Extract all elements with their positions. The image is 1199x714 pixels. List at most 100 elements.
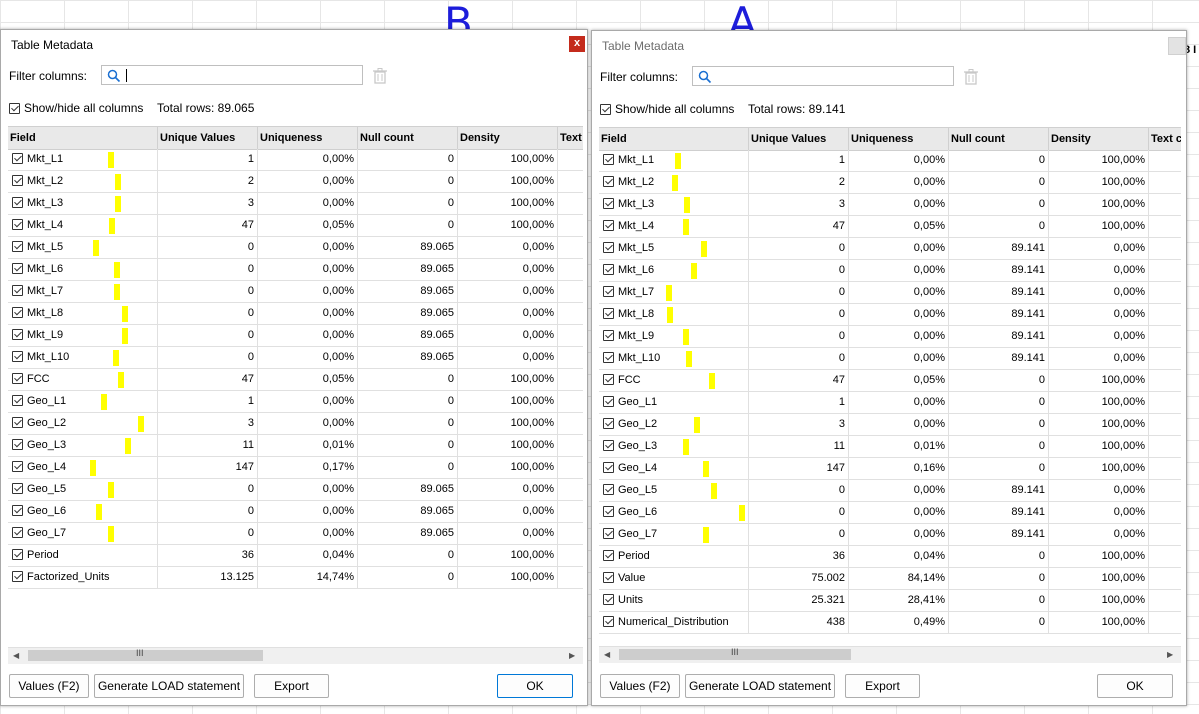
- column-header-null-count[interactable]: Null count: [358, 127, 458, 149]
- column-visible-checkbox[interactable]: [603, 241, 614, 253]
- column-visible-checkbox[interactable]: [603, 329, 614, 341]
- title-bar[interactable]: Table Metadata: [592, 31, 1186, 59]
- filter-columns-input[interactable]: [101, 65, 363, 85]
- table-row[interactable]: Mkt_L10 0 0,00% 89.141 0,00%: [599, 348, 1181, 370]
- metadata-grid[interactable]: Field Unique Values Uniqueness Null coun…: [8, 126, 583, 647]
- column-visible-checkbox[interactable]: [603, 549, 614, 561]
- column-visible-checkbox[interactable]: [12, 482, 23, 494]
- column-header-unique-values[interactable]: Unique Values: [158, 127, 258, 149]
- column-visible-checkbox[interactable]: [12, 328, 23, 340]
- column-visible-checkbox[interactable]: [12, 284, 23, 296]
- column-visible-checkbox[interactable]: [603, 615, 614, 627]
- column-visible-checkbox[interactable]: [603, 395, 614, 407]
- column-visible-checkbox[interactable]: [603, 593, 614, 605]
- table-row[interactable]: Mkt_L7 0 0,00% 89.065 0,00%: [8, 281, 583, 303]
- table-row[interactable]: Geo_L2 3 0,00% 0 100,00%: [599, 414, 1181, 436]
- metadata-grid[interactable]: Field Unique Values Uniqueness Null coun…: [599, 127, 1181, 647]
- column-visible-checkbox[interactable]: [12, 152, 23, 164]
- table-row[interactable]: Period 36 0,04% 0 100,00%: [599, 546, 1181, 568]
- scroll-right-arrow-icon[interactable]: ▶: [569, 651, 575, 660]
- export-button[interactable]: Export: [845, 674, 920, 698]
- horizontal-scrollbar[interactable]: ◀ III ▶: [8, 647, 583, 664]
- table-row[interactable]: Geo_L6 0 0,00% 89.141 0,00%: [599, 502, 1181, 524]
- filter-columns-input[interactable]: [692, 66, 954, 86]
- table-row[interactable]: Mkt_L3 3 0,00% 0 100,00%: [8, 193, 583, 215]
- column-visible-checkbox[interactable]: [12, 262, 23, 274]
- table-row[interactable]: Geo_L3 11 0,01% 0 100,00%: [8, 435, 583, 457]
- table-row[interactable]: Geo_L5 0 0,00% 89.141 0,00%: [599, 480, 1181, 502]
- table-row[interactable]: FCC 47 0,05% 0 100,00%: [8, 369, 583, 391]
- table-row[interactable]: Geo_L4 147 0,16% 0 100,00%: [599, 458, 1181, 480]
- column-visible-checkbox[interactable]: [12, 306, 23, 318]
- table-row[interactable]: Geo_L2 3 0,00% 0 100,00%: [8, 413, 583, 435]
- ok-button[interactable]: OK: [497, 674, 573, 698]
- column-visible-checkbox[interactable]: [12, 350, 23, 362]
- column-visible-checkbox[interactable]: [603, 219, 614, 231]
- column-header-uniqueness[interactable]: Uniqueness: [849, 128, 949, 150]
- trash-icon[interactable]: [962, 68, 980, 86]
- scroll-right-arrow-icon[interactable]: ▶: [1167, 650, 1173, 659]
- generate-load-statement-button[interactable]: Generate LOAD statement: [685, 674, 835, 698]
- table-row[interactable]: Geo_L7 0 0,00% 89.141 0,00%: [599, 524, 1181, 546]
- table-row[interactable]: Mkt_L5 0 0,00% 89.141 0,00%: [599, 238, 1181, 260]
- table-row[interactable]: Geo_L7 0 0,00% 89.065 0,00%: [8, 523, 583, 545]
- export-button[interactable]: Export: [254, 674, 329, 698]
- column-visible-checkbox[interactable]: [603, 197, 614, 209]
- table-row[interactable]: Geo_L5 0 0,00% 89.065 0,00%: [8, 479, 583, 501]
- column-visible-checkbox[interactable]: [12, 240, 23, 252]
- table-row[interactable]: Mkt_L2 2 0,00% 0 100,00%: [8, 171, 583, 193]
- column-visible-checkbox[interactable]: [12, 438, 23, 450]
- table-row[interactable]: Geo_L1 1 0,00% 0 100,00%: [599, 392, 1181, 414]
- column-visible-checkbox[interactable]: [12, 394, 23, 406]
- close-button[interactable]: [1168, 37, 1186, 55]
- table-row[interactable]: Mkt_L3 3 0,00% 0 100,00%: [599, 194, 1181, 216]
- column-visible-checkbox[interactable]: [603, 461, 614, 473]
- table-row[interactable]: Mkt_L5 0 0,00% 89.065 0,00%: [8, 237, 583, 259]
- column-visible-checkbox[interactable]: [603, 417, 614, 429]
- table-row[interactable]: Geo_L3 11 0,01% 0 100,00%: [599, 436, 1181, 458]
- column-visible-checkbox[interactable]: [12, 174, 23, 186]
- table-row[interactable]: FCC 47 0,05% 0 100,00%: [599, 370, 1181, 392]
- column-visible-checkbox[interactable]: [603, 505, 614, 517]
- column-visible-checkbox[interactable]: [12, 416, 23, 428]
- table-row[interactable]: Mkt_L1 1 0,00% 0 100,00%: [8, 149, 583, 171]
- table-row[interactable]: Mkt_L6 0 0,00% 89.141 0,00%: [599, 260, 1181, 282]
- table-row[interactable]: Mkt_L10 0 0,00% 89.065 0,00%: [8, 347, 583, 369]
- checkbox-checked[interactable]: [9, 103, 20, 115]
- column-header-density[interactable]: Density: [1049, 128, 1149, 150]
- table-row[interactable]: Numerical_Distribution 438 0,49% 0 100,00%: [599, 612, 1181, 634]
- table-row[interactable]: Geo_L1 1 0,00% 0 100,00%: [8, 391, 583, 413]
- table-row[interactable]: Mkt_L7 0 0,00% 89.141 0,00%: [599, 282, 1181, 304]
- column-visible-checkbox[interactable]: [603, 373, 614, 385]
- checkbox-checked[interactable]: [600, 104, 611, 116]
- scroll-left-arrow-icon[interactable]: ◀: [604, 650, 610, 659]
- column-visible-checkbox[interactable]: [603, 307, 614, 319]
- column-visible-checkbox[interactable]: [603, 263, 614, 275]
- show-hide-all-checkbox[interactable]: Show/hide all columns: [9, 101, 143, 115]
- column-visible-checkbox[interactable]: [12, 372, 23, 384]
- values-button[interactable]: Values (F2): [600, 674, 680, 698]
- column-visible-checkbox[interactable]: [603, 571, 614, 583]
- table-row[interactable]: Geo_L6 0 0,00% 89.065 0,00%: [8, 501, 583, 523]
- column-visible-checkbox[interactable]: [12, 526, 23, 538]
- table-row[interactable]: Mkt_L8 0 0,00% 89.065 0,00%: [8, 303, 583, 325]
- column-header-text-count[interactable]: Text c: [558, 127, 583, 149]
- table-row[interactable]: Mkt_L2 2 0,00% 0 100,00%: [599, 172, 1181, 194]
- table-row[interactable]: Mkt_L4 47 0,05% 0 100,00%: [8, 215, 583, 237]
- horizontal-scrollbar[interactable]: ◀ III ▶: [599, 646, 1181, 663]
- column-visible-checkbox[interactable]: [12, 196, 23, 208]
- table-row[interactable]: Geo_L4 147 0,17% 0 100,00%: [8, 457, 583, 479]
- column-header-uniqueness[interactable]: Uniqueness: [258, 127, 358, 149]
- generate-load-statement-button[interactable]: Generate LOAD statement: [94, 674, 244, 698]
- column-visible-checkbox[interactable]: [603, 175, 614, 187]
- trash-icon[interactable]: [371, 67, 389, 85]
- table-row[interactable]: Mkt_L6 0 0,00% 89.065 0,00%: [8, 259, 583, 281]
- table-row[interactable]: Mkt_L8 0 0,00% 89.141 0,00%: [599, 304, 1181, 326]
- column-visible-checkbox[interactable]: [12, 504, 23, 516]
- table-row[interactable]: Mkt_L4 47 0,05% 0 100,00%: [599, 216, 1181, 238]
- column-visible-checkbox[interactable]: [603, 153, 614, 165]
- column-visible-checkbox[interactable]: [603, 285, 614, 297]
- column-visible-checkbox[interactable]: [12, 548, 23, 560]
- column-header-field[interactable]: Field: [599, 128, 749, 150]
- column-header-density[interactable]: Density: [458, 127, 558, 149]
